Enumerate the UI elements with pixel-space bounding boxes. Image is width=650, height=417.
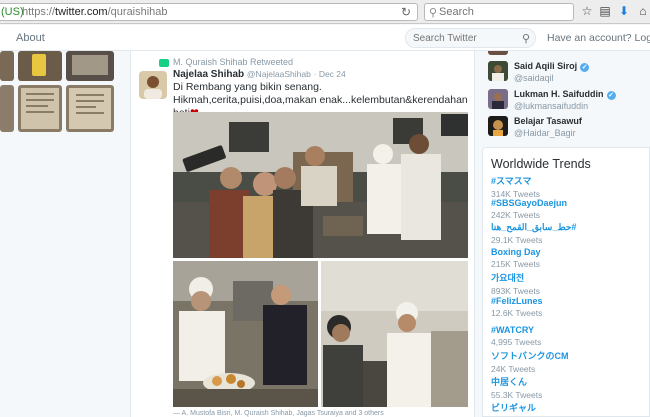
- follow-name[interactable]: Said Aqili Siroj ✓: [514, 61, 590, 72]
- who-to-follow-item[interactable]: Said Aqili Siroj ✓ @saidaqil: [482, 61, 650, 87]
- trends-module: Worldwide Trends #スマスマ 314K Tweets #SBSG…: [482, 147, 650, 417]
- trend-count: 215K Tweets: [491, 259, 540, 269]
- trend-item[interactable]: Boxing Day 215K Tweets: [491, 247, 646, 269]
- trend-name[interactable]: ビリギャル: [491, 401, 646, 414]
- browser-search-input[interactable]: [439, 5, 569, 19]
- photo-thumbnail[interactable]: [0, 85, 14, 132]
- trend-item[interactable]: #SBSGayoDaejun 242K Tweets: [491, 198, 646, 220]
- reading-list-icon[interactable]: ▤: [598, 4, 612, 18]
- trend-count: 24K Tweets: [491, 364, 536, 374]
- trend-count: 29.1K Tweets: [491, 235, 543, 245]
- trends-title: Worldwide Trends: [491, 157, 591, 171]
- retweet-icon: [159, 58, 169, 67]
- photo-thumbnail[interactable]: [18, 85, 62, 132]
- photo-thumbnail[interactable]: [0, 51, 14, 81]
- avatar[interactable]: [488, 61, 508, 81]
- verified-badge-icon: ✓: [580, 63, 590, 72]
- trend-count: 55.3K Tweets: [491, 390, 543, 400]
- trend-name[interactable]: ソフトバンクのCM: [491, 349, 646, 362]
- trend-item[interactable]: ビリギャル: [491, 401, 646, 414]
- trend-count: 4,995 Tweets: [491, 337, 542, 347]
- tweet-photo[interactable]: [173, 261, 318, 407]
- trend-name[interactable]: #スマスマ: [491, 174, 646, 187]
- trend-count: 242K Tweets: [491, 210, 540, 220]
- trend-item[interactable]: 가요대전 893K Tweets: [491, 271, 646, 296]
- photo-thumbnail[interactable]: [66, 85, 114, 132]
- url-bar[interactable]: (US) https://twitter.com/quraishihab ↻: [0, 3, 418, 21]
- browser-toolbar: (US) https://twitter.com/quraishihab ↻ ⚲…: [0, 0, 650, 24]
- trend-name[interactable]: #FelizLunes: [491, 296, 646, 306]
- photo-thumbnail[interactable]: [18, 51, 62, 81]
- trend-item[interactable]: 中居くん 55.3K Tweets: [491, 375, 646, 400]
- reload-icon[interactable]: ↻: [401, 5, 411, 19]
- follow-handle[interactable]: @saidaqil: [514, 73, 554, 83]
- trend-item[interactable]: #スマスマ 314K Tweets: [491, 174, 646, 199]
- tweet-author-handle[interactable]: @NajelaaShihab: [247, 69, 311, 79]
- trend-item[interactable]: #حط_سابق_القمح_هنا 29.1K Tweets: [491, 222, 646, 245]
- avatar[interactable]: [488, 116, 508, 136]
- who-to-follow-item[interactable]: Lukman H. Saifuddin ✓ @lukmansaifuddin: [482, 89, 650, 115]
- search-icon: ⚲: [429, 7, 438, 19]
- home-icon[interactable]: ⌂: [636, 4, 650, 18]
- bookmark-star-icon[interactable]: ☆: [580, 4, 594, 18]
- twitter-header: About ⚲ Have an account? Log in ▾: [0, 25, 650, 51]
- trend-item[interactable]: ソフトバンクのCM 24K Tweets: [491, 349, 646, 374]
- trend-name[interactable]: #حط_سابق_القمح_هنا: [491, 222, 646, 233]
- trend-name[interactable]: Boxing Day: [491, 247, 646, 257]
- tweet-author-name[interactable]: Najelaa Shihab @NajelaaShihab · Dec 24: [173, 69, 346, 80]
- twitter-search-box[interactable]: ⚲: [405, 28, 536, 48]
- avatar[interactable]: [488, 89, 508, 109]
- trend-item[interactable]: #FelizLunes 12.6K Tweets: [491, 296, 646, 318]
- avatar[interactable]: [488, 51, 508, 55]
- photo-thumbnail[interactable]: [66, 51, 114, 81]
- trend-name[interactable]: 가요대전: [491, 271, 646, 284]
- url-text[interactable]: https://twitter.com/quraishihab: [22, 6, 168, 18]
- tweet-photo[interactable]: [321, 261, 468, 407]
- avatar[interactable]: [139, 71, 167, 99]
- follow-name[interactable]: Belajar Tasawuf: [514, 116, 582, 126]
- about-link[interactable]: About: [16, 32, 45, 44]
- tweet-timeline: M. Quraish Shihab Retweeted Najelaa Shih…: [130, 51, 475, 417]
- browser-search-box[interactable]: ⚲: [424, 3, 574, 21]
- login-link[interactable]: Have an account? Log in ▾: [547, 32, 650, 44]
- photos-videos-panel: [0, 51, 130, 417]
- verified-badge-icon: ✓: [606, 91, 616, 100]
- trend-name[interactable]: #SBSGayoDaejun: [491, 198, 646, 208]
- trend-name[interactable]: #WATCRY: [491, 325, 646, 335]
- photo-tags[interactable]: — A. Mustofa Bisri, M. Quraish Shihab, J…: [173, 410, 384, 417]
- follow-handle[interactable]: @lukmansaifuddin: [514, 101, 588, 111]
- trend-item[interactable]: #WATCRY 4,995 Tweets: [491, 325, 646, 347]
- retweet-context: M. Quraish Shihab Retweeted: [159, 57, 293, 67]
- tweet-photo[interactable]: [173, 112, 468, 258]
- follow-handle[interactable]: @Haidar_Bagir: [514, 128, 576, 138]
- download-icon[interactable]: ⬇: [617, 4, 631, 18]
- who-to-follow-item[interactable]: Belajar Tasawuf @Haidar_Bagir: [482, 116, 650, 142]
- trend-count: 893K Tweets: [491, 286, 540, 296]
- follow-name[interactable]: Lukman H. Saifuddin ✓: [514, 89, 616, 100]
- secure-identity-label[interactable]: (US): [1, 6, 24, 18]
- twitter-search-input[interactable]: [413, 32, 518, 45]
- trend-name[interactable]: 中居くん: [491, 375, 646, 388]
- search-icon[interactable]: ⚲: [522, 32, 530, 45]
- trend-count: 12.6K Tweets: [491, 308, 543, 318]
- tweet-date[interactable]: · Dec 24: [314, 69, 346, 79]
